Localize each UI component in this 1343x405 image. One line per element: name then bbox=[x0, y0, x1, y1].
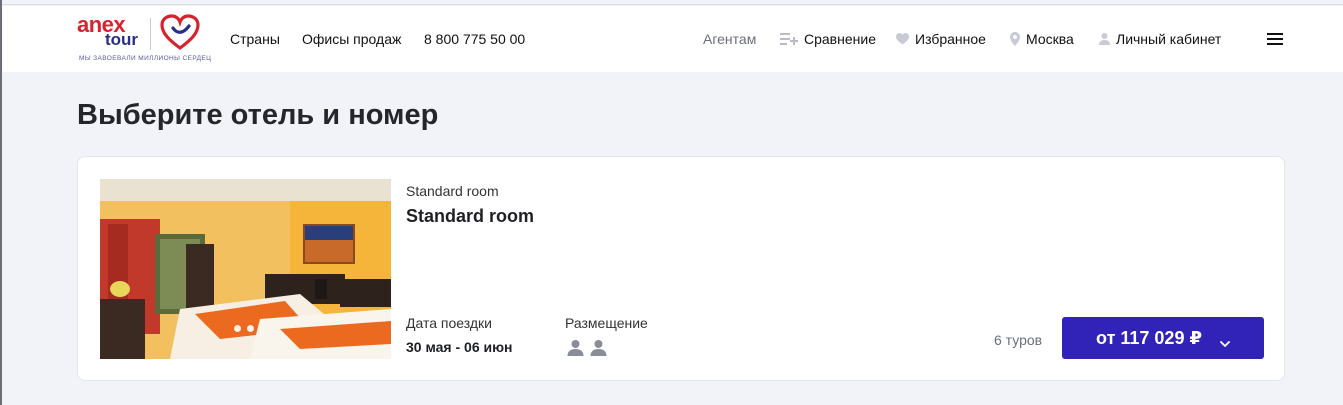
guest-icon bbox=[567, 339, 584, 356]
tours-count: 6 туров bbox=[994, 332, 1043, 348]
chevron-down-icon bbox=[1220, 333, 1230, 347]
anex-tour-logo[interactable]: anex tour МЫ ЗАВОЕВАЛИ МИЛЛИОНЫ СЕРДЕЦ bbox=[77, 14, 211, 70]
room-category: Standard room bbox=[406, 183, 499, 199]
nav-compare-link[interactable]: Сравнение bbox=[780, 31, 876, 47]
trip-date-value: 30 мая - 06 июн bbox=[406, 339, 513, 355]
nav-city-label: Москва bbox=[1026, 31, 1074, 47]
user-icon bbox=[1099, 33, 1110, 45]
nav-offices-link[interactable]: Офисы продаж bbox=[302, 31, 401, 47]
hamburger-menu-icon[interactable] bbox=[1267, 33, 1283, 45]
guests-indicator bbox=[567, 339, 607, 356]
nav-account-link[interactable]: Личный кабинет bbox=[1099, 31, 1221, 47]
guest-icon bbox=[590, 339, 607, 356]
price-button[interactable]: от 117 029 ₽ bbox=[1062, 317, 1264, 359]
nav-compare-label: Сравнение bbox=[804, 31, 876, 47]
nav-countries-link[interactable]: Страны bbox=[230, 31, 280, 47]
logo-slogan: МЫ ЗАВОЕВАЛИ МИЛЛИОНЫ СЕРДЕЦ bbox=[79, 55, 212, 62]
site-header: anex tour МЫ ЗАВОЕВАЛИ МИЛЛИОНЫ СЕРДЕЦ С… bbox=[2, 6, 1343, 72]
location-pin-icon bbox=[1010, 32, 1020, 46]
carousel-dots[interactable] bbox=[234, 325, 254, 332]
window-top-edge bbox=[0, 0, 1343, 5]
nav-account-label: Личный кабинет bbox=[1116, 31, 1222, 47]
hotel-room-photo[interactable] bbox=[100, 179, 391, 359]
page-title: Выберите отель и номер bbox=[77, 99, 439, 131]
room-name: Standard room bbox=[406, 206, 535, 226]
nav-phone-link[interactable]: 8 800 775 50 00 bbox=[424, 31, 525, 47]
nav-favorites-label: Избранное bbox=[915, 31, 986, 47]
nav-city-selector[interactable]: Москва bbox=[1010, 31, 1074, 47]
logo-word-tour: tour bbox=[105, 30, 139, 49]
accommodation-label: Размещение bbox=[565, 315, 648, 331]
trip-date-label: Дата поездки bbox=[406, 315, 492, 331]
heart-icon bbox=[896, 33, 909, 45]
nav-agents-label: Агентам bbox=[703, 31, 757, 47]
room-card: Standard room Standard room Дата поездки… bbox=[77, 156, 1285, 381]
logo-heart-icon bbox=[160, 14, 200, 50]
logo-separator bbox=[150, 18, 151, 50]
nav-agents-link[interactable]: Агентам bbox=[703, 31, 756, 47]
nav-favorites-link[interactable]: Избранное bbox=[896, 31, 986, 47]
price-button-label: от 117 029 ₽ bbox=[1096, 327, 1202, 348]
compare-icon bbox=[780, 32, 798, 46]
